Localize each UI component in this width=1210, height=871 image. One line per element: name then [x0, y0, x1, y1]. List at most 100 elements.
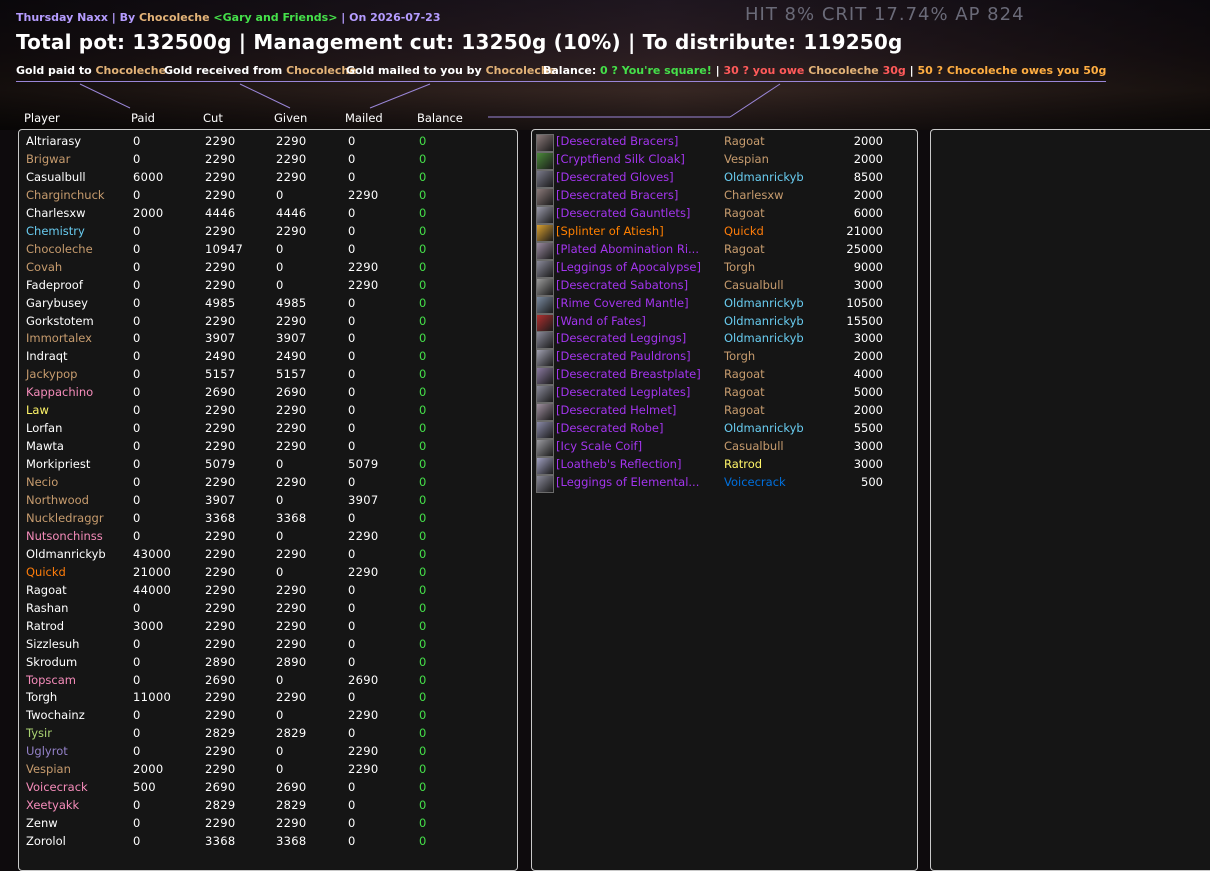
- player-paid: 0: [133, 421, 141, 436]
- loot-price: 2000: [853, 403, 883, 418]
- player-cut: 4446: [205, 205, 236, 220]
- player-cut: 2290: [205, 475, 236, 490]
- loot-panel[interactable]: [531, 129, 918, 871]
- leggings-icon: [536, 331, 554, 350]
- loot-item-link[interactable]: [Desecrated Bracers]: [556, 188, 678, 202]
- loot-item-link[interactable]: [Desecrated Leggings]: [556, 331, 686, 345]
- player-cut: 3368: [205, 834, 236, 849]
- column-header-player: Player: [24, 111, 60, 125]
- loot-item-link[interactable]: [Desecrated Robe]: [556, 421, 664, 435]
- player-given: 2290: [276, 439, 307, 454]
- player-name: Quickd: [26, 564, 66, 579]
- loot-buyer: Ragoat: [724, 403, 765, 418]
- column-header-paid: Paid: [131, 111, 155, 125]
- player-paid: 0: [133, 834, 141, 849]
- player-name: Tysir: [26, 726, 52, 741]
- player-mailed: 0: [348, 134, 356, 148]
- loot-price: 5000: [853, 385, 883, 400]
- player-paid: 0: [133, 672, 141, 687]
- bracers-icon: [536, 134, 554, 152]
- loot-item-link[interactable]: [Desecrated Sabatons]: [556, 278, 688, 292]
- loot-item-link[interactable]: [Icy Scale Coif]: [556, 439, 642, 453]
- player-mailed: 0: [348, 690, 356, 705]
- player-given: 2290: [276, 600, 307, 615]
- loot-price: 2000: [853, 187, 883, 202]
- loot-item-link[interactable]: [Desecrated Gloves]: [556, 170, 674, 184]
- loot-buyer: Oldmanrickyb: [724, 313, 804, 328]
- player-name: Covah: [26, 259, 63, 274]
- player-given: 0: [276, 277, 284, 292]
- player-mailed: 2690: [348, 672, 379, 687]
- player-paid: 0: [133, 636, 141, 651]
- player-given: 5157: [276, 367, 307, 382]
- loot-item-link[interactable]: [Desecrated Pauldrons]: [556, 349, 691, 363]
- player-mailed: 0: [348, 205, 356, 220]
- player-mailed: 0: [348, 510, 356, 525]
- player-paid: 2000: [133, 762, 164, 777]
- loot-item-link[interactable]: [Wand of Fates]: [556, 314, 646, 328]
- loot-item-link[interactable]: [Desecrated Gauntlets]: [556, 206, 690, 220]
- player-name: Mawta: [26, 439, 64, 454]
- player-cut: 3907: [205, 493, 236, 507]
- player-paid: 11000: [133, 690, 172, 705]
- player-cut: 5157: [205, 367, 236, 382]
- player-name: Vespian: [26, 762, 71, 777]
- player-name: Indraqt: [26, 349, 68, 364]
- player-name: Casualbull: [26, 169, 86, 184]
- player-given: 4985: [276, 295, 307, 310]
- player-paid: 6000: [133, 169, 164, 184]
- column-header-given: Given: [274, 111, 308, 125]
- loot-item-link[interactable]: [Desecrated Breastplate]: [556, 367, 701, 381]
- player-paid: 0: [133, 457, 141, 472]
- player-balance: 0: [419, 708, 427, 723]
- pauldrons-icon: [536, 349, 554, 368]
- player-cut: 2690: [205, 780, 236, 795]
- loot-buyer: Oldmanrickyb: [724, 421, 804, 436]
- player-name: Zorolol: [26, 834, 66, 849]
- loot-buyer: Vespian: [724, 151, 769, 166]
- player-mailed: 2290: [348, 744, 379, 759]
- loot-item-link[interactable]: [Splinter of Atiesh]: [556, 224, 664, 238]
- player-mailed: 0: [348, 726, 356, 741]
- loot-item-link[interactable]: [Loatheb's Reflection]: [556, 457, 681, 471]
- player-cut: 2290: [205, 816, 236, 831]
- player-mailed: 0: [348, 295, 356, 310]
- loot-item-link[interactable]: [Leggings of Elemental...: [556, 475, 699, 489]
- loot-buyer: Quickd: [724, 223, 764, 238]
- wand-icon: [536, 313, 554, 332]
- player-name: Charginchuck: [26, 187, 105, 202]
- loot-item-link[interactable]: [Leggings of Apocalypse]: [556, 260, 701, 274]
- player-paid: 0: [133, 259, 141, 274]
- loot-item-link[interactable]: [Desecrated Legplates]: [556, 385, 690, 399]
- player-given: 2290: [276, 313, 307, 328]
- loot-buyer: Casualbull: [724, 277, 784, 292]
- player-name: Twochainz: [26, 708, 85, 723]
- loot-item-link[interactable]: [Desecrated Helmet]: [556, 403, 676, 417]
- player-balance: 0: [419, 798, 427, 813]
- player-mailed: 0: [348, 241, 356, 256]
- player-balance: 0: [419, 295, 427, 310]
- player-balance: 0: [419, 636, 427, 651]
- helmet-icon: [536, 403, 554, 422]
- player-paid: 0: [133, 313, 141, 328]
- player-name: Law: [26, 403, 49, 418]
- player-mailed: 0: [348, 385, 356, 400]
- player-balance: 0: [419, 744, 427, 759]
- loot-item-link[interactable]: [Plated Abomination Ri...: [556, 242, 699, 256]
- column-header-cut: Cut: [203, 111, 223, 125]
- loot-price: 9000: [853, 259, 883, 274]
- player-given: 2290: [276, 421, 307, 436]
- player-paid: 0: [133, 726, 141, 741]
- loot-price: 2000: [853, 134, 883, 148]
- player-paid: 0: [133, 349, 141, 364]
- splinter-icon: [536, 223, 554, 242]
- loot-item-link[interactable]: [Desecrated Bracers]: [556, 134, 678, 148]
- player-name: Topscam: [26, 672, 76, 687]
- player-balance: 0: [419, 726, 427, 741]
- player-given: 0: [276, 241, 284, 256]
- player-cut: 2290: [205, 169, 236, 184]
- player-cut: 2829: [205, 726, 236, 741]
- players-panel[interactable]: [18, 129, 518, 871]
- loot-item-link[interactable]: [Rime Covered Mantle]: [556, 296, 689, 310]
- loot-item-link[interactable]: [Cryptfiend Silk Cloak]: [556, 152, 685, 166]
